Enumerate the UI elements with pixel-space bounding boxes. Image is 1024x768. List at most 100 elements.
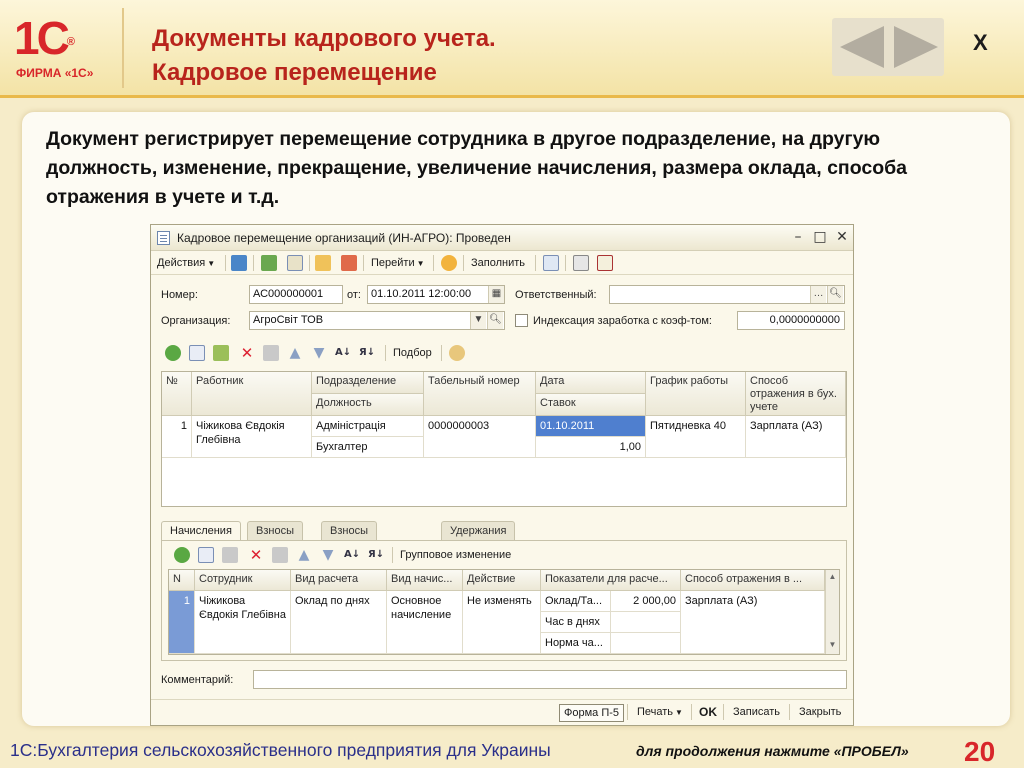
scroll-down-icon[interactable]: ▼ bbox=[826, 638, 839, 652]
unpost-icon[interactable] bbox=[287, 255, 303, 271]
table-row-cell-worker[interactable]: Чіжикова Євдокія Глебівна bbox=[192, 416, 312, 458]
indicator-name[interactable]: Час в днях bbox=[541, 612, 611, 633]
responsible-field[interactable]: … 🔍︎ bbox=[609, 285, 845, 304]
actions-menu[interactable]: Действия ▼ bbox=[157, 255, 215, 271]
maximize-icon[interactable]: □ bbox=[811, 228, 829, 246]
acc-table-row-cell-calc-type[interactable]: Оклад по днях bbox=[291, 591, 387, 654]
print-menu[interactable]: Печать ▼ bbox=[633, 704, 687, 722]
accrual-sort-desc-icon[interactable]: Я↓ bbox=[368, 547, 384, 563]
employee-icon[interactable] bbox=[449, 345, 465, 361]
table-row-cell-tab-number[interactable]: 0000000003 bbox=[424, 416, 536, 458]
acc-table-row-cell-action[interactable]: Не изменять bbox=[463, 591, 541, 654]
acc-col-header-action[interactable]: Действие bbox=[463, 570, 541, 591]
slide-footer: 1С:Бухгалтерия сельскохозяйственного пре… bbox=[0, 734, 1024, 768]
save-button[interactable]: Записать bbox=[729, 704, 784, 722]
group-change-button[interactable]: Групповое изменение bbox=[400, 547, 511, 563]
acc-col-header-employee[interactable]: Сотрудник bbox=[195, 570, 291, 591]
calendar-icon[interactable]: ▦ bbox=[488, 286, 504, 303]
scroll-up-icon[interactable]: ▲ bbox=[826, 570, 839, 584]
indicator-name[interactable]: Оклад/Та... bbox=[541, 591, 611, 612]
sort-asc-icon[interactable]: A↓ bbox=[335, 345, 351, 361]
acc-table-row-cell-reflection[interactable]: Зарплата (АЗ) bbox=[681, 591, 825, 654]
accrual-add-icon[interactable] bbox=[174, 547, 190, 563]
dropdown-icon[interactable]: ▼ bbox=[470, 312, 486, 329]
tab-deductions[interactable]: Удержания bbox=[441, 521, 516, 541]
next-slide-arrow-icon[interactable] bbox=[894, 26, 938, 68]
form-p5-button[interactable]: Форма П-5 bbox=[559, 704, 625, 722]
close-slide-button[interactable]: X bbox=[973, 30, 988, 56]
acc-table-row-cell-n[interactable]: 1 bbox=[169, 591, 195, 654]
close-window-icon[interactable]: ✕ bbox=[833, 228, 851, 246]
col-header-worker[interactable]: Работник bbox=[192, 372, 312, 416]
sort-desc-icon[interactable]: Я↓ bbox=[359, 345, 375, 361]
col-header-schedule[interactable]: График работы bbox=[646, 372, 746, 416]
accrual-edit-icon[interactable] bbox=[222, 547, 238, 563]
tab-contributions[interactable]: Взносы bbox=[247, 521, 303, 541]
table-row-cell-reflection[interactable]: Зарплата (АЗ) bbox=[746, 416, 846, 458]
acc-col-header-reflection[interactable]: Способ отражения в ... bbox=[681, 570, 825, 591]
podbor-button[interactable]: Подбор bbox=[393, 345, 432, 361]
post-and-close-icon[interactable] bbox=[231, 255, 247, 271]
col-header-n[interactable]: № bbox=[162, 372, 192, 416]
accrual-copy-icon[interactable] bbox=[198, 547, 214, 563]
copy-row-icon[interactable] bbox=[189, 345, 205, 361]
select-ellipsis-icon[interactable]: … bbox=[810, 286, 826, 303]
col-header-reflection[interactable]: Способ отражения в бух. учете bbox=[746, 372, 846, 416]
col-header-date[interactable]: Дата bbox=[536, 372, 646, 394]
acc-col-header-calc-type[interactable]: Вид расчета bbox=[291, 570, 387, 591]
indexation-checkbox[interactable] bbox=[515, 314, 528, 327]
table-row-cell-date[interactable]: 01.10.2011 bbox=[536, 416, 646, 437]
table-row-cell-position[interactable]: Бухгалтер bbox=[312, 437, 424, 458]
search-icon[interactable]: 🔍︎ bbox=[827, 286, 843, 303]
organization-field[interactable]: АгроСвіт ТОВ ▼ 🔍︎ bbox=[249, 311, 505, 330]
table-row-cell-n[interactable]: 1 bbox=[162, 416, 192, 458]
dt-kt-icon[interactable] bbox=[597, 255, 613, 271]
acc-col-header-indicators[interactable]: Показатели для расче... bbox=[541, 570, 681, 591]
accrual-sort-asc-icon[interactable]: A↓ bbox=[344, 547, 360, 563]
move-up-icon[interactable]: ▲ bbox=[287, 345, 303, 361]
date-field[interactable]: 01.10.2011 12:00:00 ▦ bbox=[367, 285, 505, 304]
help-icon[interactable] bbox=[441, 255, 457, 271]
indicator-value[interactable] bbox=[611, 612, 681, 633]
acc-col-header-accrual-type[interactable]: Вид начис... bbox=[387, 570, 463, 591]
edit-row-icon[interactable] bbox=[213, 345, 229, 361]
indicator-value[interactable]: 2 000,00 bbox=[611, 591, 681, 612]
acc-col-header-n[interactable]: N bbox=[169, 570, 195, 591]
structure-icon[interactable] bbox=[341, 255, 357, 271]
table-row-cell-department[interactable]: Адміністрація bbox=[312, 416, 424, 437]
col-header-position[interactable]: Должность bbox=[312, 394, 424, 416]
acc-table-row-cell-employee[interactable]: Чіжикова Євдокія Глебівна bbox=[195, 591, 291, 654]
table-row-cell-rate[interactable]: 1,00 bbox=[536, 437, 646, 458]
move-down-icon[interactable]: ▼ bbox=[311, 345, 327, 361]
number-field[interactable]: АС000000001 bbox=[249, 285, 343, 304]
indicator-name[interactable]: Норма ча... bbox=[541, 633, 611, 654]
indexation-field[interactable]: 0,0000000000 bbox=[737, 311, 845, 330]
accrual-move-up-icon[interactable]: ▲ bbox=[296, 547, 312, 563]
minimize-icon[interactable]: – bbox=[789, 228, 807, 246]
add-row-icon[interactable] bbox=[165, 345, 181, 361]
copy-document-icon[interactable] bbox=[315, 255, 331, 271]
ok-button[interactable]: OK bbox=[695, 704, 721, 722]
col-header-rate[interactable]: Ставок bbox=[536, 394, 646, 416]
col-header-department[interactable]: Подразделение bbox=[312, 372, 424, 394]
accruals-scrollbar[interactable]: ▲ ▼ bbox=[825, 570, 839, 654]
close-button[interactable]: Закрыть bbox=[795, 704, 845, 722]
end-edit-icon[interactable] bbox=[263, 345, 279, 361]
col-header-tab-number[interactable]: Табельный номер bbox=[424, 372, 536, 416]
delete-row-icon[interactable]: ✕ bbox=[239, 345, 255, 361]
indicator-value[interactable] bbox=[611, 633, 681, 654]
movements-icon[interactable] bbox=[543, 255, 559, 271]
tab-fot-contributions[interactable]: Взносы на ФОТ bbox=[321, 521, 377, 573]
org-search-icon[interactable]: 🔍︎ bbox=[487, 312, 503, 329]
accrual-delete-icon[interactable]: ✕ bbox=[248, 547, 264, 563]
report-icon[interactable] bbox=[573, 255, 589, 271]
accrual-end-edit-icon[interactable] bbox=[272, 547, 288, 563]
acc-table-row-cell-accrual-type[interactable]: Основное начисление bbox=[387, 591, 463, 654]
comment-field[interactable] bbox=[253, 670, 847, 689]
prev-slide-arrow-icon[interactable] bbox=[840, 26, 884, 68]
goto-menu[interactable]: Перейти ▼ bbox=[371, 255, 425, 271]
post-icon[interactable] bbox=[261, 255, 277, 271]
fill-button[interactable]: Заполнить bbox=[471, 255, 525, 271]
table-row-cell-schedule[interactable]: Пятидневка 40 bbox=[646, 416, 746, 458]
accrual-move-down-icon[interactable]: ▼ bbox=[320, 547, 336, 563]
